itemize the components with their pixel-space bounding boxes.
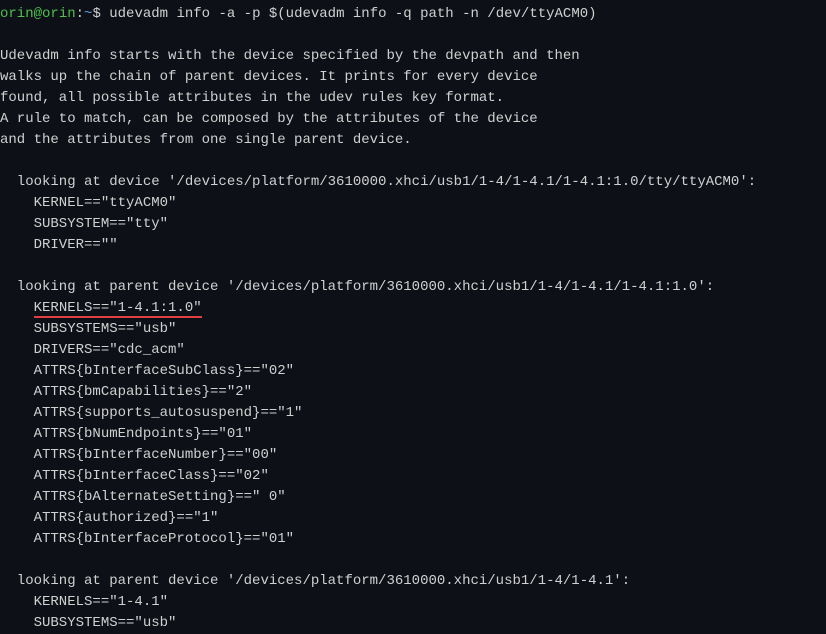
intro-line-1: walks up the chain of parent devices. It… [0, 67, 826, 88]
parent1-header: looking at parent device '/devices/platf… [0, 277, 826, 298]
parent1-attr-8: ATTRS{bInterfaceProtocol}=="01" [0, 529, 826, 550]
parent1-attr-2: ATTRS{supports_autosuspend}=="1" [0, 403, 826, 424]
parent1-attr-3: ATTRS{bNumEndpoints}=="01" [0, 424, 826, 445]
prompt-dollar: $ [92, 6, 109, 22]
prompt-host: orin [42, 6, 76, 22]
device-kernel: KERNEL=="ttyACM0" [0, 193, 826, 214]
parent2-subsystems: SUBSYSTEMS=="usb" [0, 613, 826, 634]
parent2-header: looking at parent device '/devices/platf… [0, 571, 826, 592]
terminal-prompt-line[interactable]: orin@orin:~$ udevadm info -a -p $(udevad… [0, 4, 826, 25]
intro-line-2: found, all possible attributes in the ud… [0, 88, 826, 109]
parent1-kernels-line: KERNELS=="1-4.1:1.0" [0, 298, 826, 319]
parent1-subsystems: SUBSYSTEMS=="usb" [0, 319, 826, 340]
blank-line [0, 550, 826, 571]
parent1-attr-1: ATTRS{bmCapabilities}=="2" [0, 382, 826, 403]
device-subsystem: SUBSYSTEM=="tty" [0, 214, 826, 235]
parent1-attr-0: ATTRS{bInterfaceSubClass}=="02" [0, 361, 826, 382]
blank-line [0, 151, 826, 172]
prompt-colon: : [76, 6, 84, 22]
intro-line-0: Udevadm info starts with the device spec… [0, 46, 826, 67]
parent1-attr-4: ATTRS{bInterfaceNumber}=="00" [0, 445, 826, 466]
blank-line [0, 25, 826, 46]
intro-line-3: A rule to match, can be composed by the … [0, 109, 826, 130]
parent1-attr-5: ATTRS{bInterfaceClass}=="02" [0, 466, 826, 487]
parent1-attr-7: ATTRS{authorized}=="1" [0, 508, 826, 529]
parent1-drivers: DRIVERS=="cdc_acm" [0, 340, 826, 361]
parent1-attr-6: ATTRS{bAlternateSetting}==" 0" [0, 487, 826, 508]
blank-line [0, 256, 826, 277]
parent2-kernels: KERNELS=="1-4.1" [0, 592, 826, 613]
prompt-at: @ [34, 6, 42, 22]
device-driver: DRIVER=="" [0, 235, 826, 256]
highlighted-kernels: KERNELS=="1-4.1:1.0" [34, 300, 202, 318]
prompt-user: orin [0, 6, 34, 22]
intro-line-4: and the attributes from one single paren… [0, 130, 826, 151]
command-text: udevadm info -a -p $(udevadm info -q pat… [109, 6, 596, 22]
device-header: looking at device '/devices/platform/361… [0, 172, 826, 193]
